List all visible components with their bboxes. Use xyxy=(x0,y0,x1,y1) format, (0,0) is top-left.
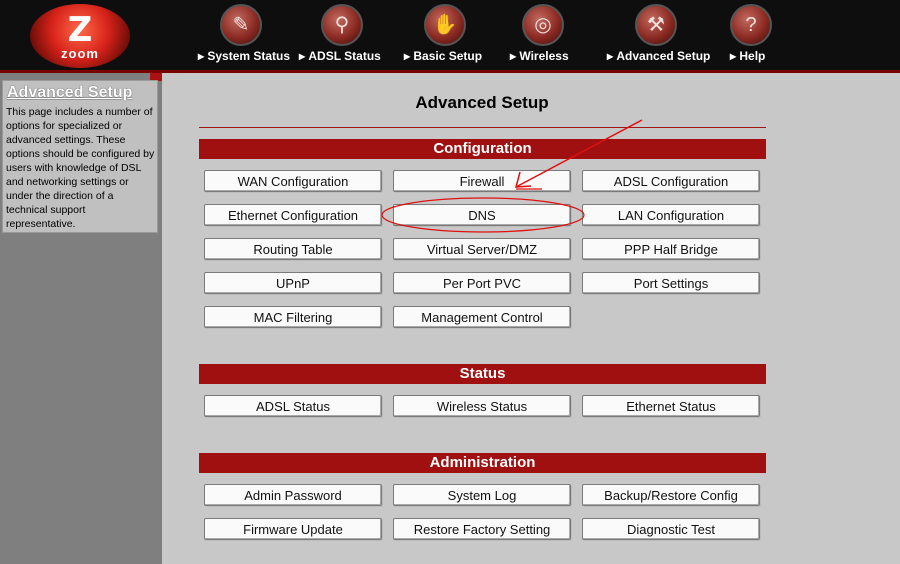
system-log-button[interactable]: System Log xyxy=(393,484,571,506)
firmware-update-button[interactable]: Firmware Update xyxy=(204,518,382,540)
system-status-icon: ✎ xyxy=(220,4,262,46)
main-content: Advanced Setup Configuration WAN Configu… xyxy=(162,73,900,564)
nav-label: Basic Setup xyxy=(404,49,482,63)
backup-restore-config-button[interactable]: Backup/Restore Config xyxy=(582,484,760,506)
adsl-configuration-button[interactable]: ADSL Configuration xyxy=(582,170,760,192)
sidebar-info-panel: Advanced Setup This page includes a numb… xyxy=(2,80,158,233)
wan-configuration-button[interactable]: WAN Configuration xyxy=(204,170,382,192)
wireless-icon: ◎ xyxy=(522,4,564,46)
sidebar-title: Advanced Setup xyxy=(7,84,133,101)
routing-table-button[interactable]: Routing Table xyxy=(204,238,382,260)
lan-configuration-button[interactable]: LAN Configuration xyxy=(582,204,760,226)
page-title: Advanced Setup xyxy=(415,93,549,112)
ppp-half-bridge-button[interactable]: PPP Half Bridge xyxy=(582,238,760,260)
admin-password-button[interactable]: Admin Password xyxy=(204,484,382,506)
ethernet-status-button[interactable]: Ethernet Status xyxy=(582,395,760,417)
sidebar-description: This page includes a number of options f… xyxy=(6,106,155,230)
logo-mark: Z xyxy=(67,10,93,50)
title-divider xyxy=(199,127,766,128)
section-header-configuration: Configuration xyxy=(199,139,766,159)
header-bar: Z zoom ✎ System Status ⚲ ADSL Status ✋ B… xyxy=(0,0,900,73)
restore-factory-setting-button[interactable]: Restore Factory Setting xyxy=(393,518,571,540)
logo-text: zoom xyxy=(61,46,99,61)
firewall-button[interactable]: Firewall xyxy=(393,170,571,192)
nav-label: Wireless xyxy=(510,49,568,63)
port-settings-button[interactable]: Port Settings xyxy=(582,272,760,294)
section-header-status: Status xyxy=(199,364,766,384)
sidebar: Advanced Setup This page includes a numb… xyxy=(0,73,170,564)
hand-icon: ✋ xyxy=(424,4,466,46)
virtual-server-dmz-button[interactable]: Virtual Server/DMZ xyxy=(393,238,571,260)
ethernet-configuration-button[interactable]: Ethernet Configuration xyxy=(204,204,382,226)
per-port-pvc-button[interactable]: Per Port PVC xyxy=(393,272,571,294)
help-icon: ? xyxy=(730,4,772,46)
nav-label: ADSL Status xyxy=(299,49,380,63)
section-header-administration: Administration xyxy=(199,453,766,473)
nav-label: Help xyxy=(730,49,765,63)
zoom-logo[interactable]: Z zoom xyxy=(30,4,130,68)
mac-filtering-button[interactable]: MAC Filtering xyxy=(204,306,382,328)
diagnostic-test-button[interactable]: Diagnostic Test xyxy=(582,518,760,540)
upnp-button[interactable]: UPnP xyxy=(204,272,382,294)
management-control-button[interactable]: Management Control xyxy=(393,306,571,328)
magnifier-icon: ⚲ xyxy=(321,4,363,46)
wrench-icon: ⚒ xyxy=(635,4,677,46)
dns-button[interactable]: DNS xyxy=(393,204,571,226)
wireless-status-button[interactable]: Wireless Status xyxy=(393,395,571,417)
nav-label: System Status xyxy=(198,49,290,63)
adsl-status-button[interactable]: ADSL Status xyxy=(204,395,382,417)
nav-label: Advanced Setup xyxy=(607,49,710,63)
